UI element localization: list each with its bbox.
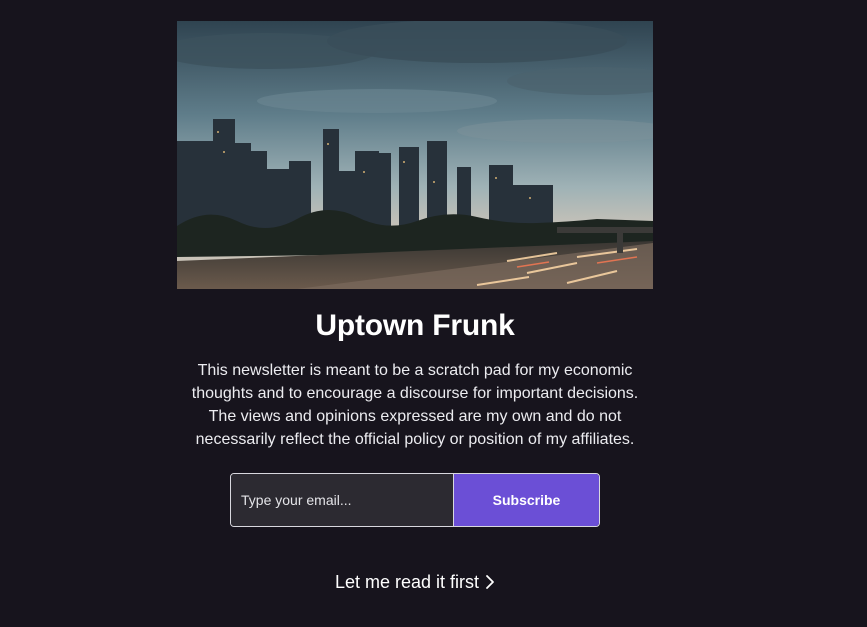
skyline-illustration — [177, 21, 653, 289]
subscribe-button[interactable]: Subscribe — [453, 474, 599, 526]
newsletter-landing: Uptown Frunk This newsletter is meant to… — [0, 0, 867, 627]
chevron-right-icon — [485, 572, 495, 596]
email-input[interactable] — [231, 474, 453, 526]
subscribe-form: Subscribe — [230, 473, 600, 527]
read-first-link[interactable]: Let me read it first — [0, 570, 830, 596]
publication-title: Uptown Frunk — [315, 309, 515, 342]
publication-description: This newsletter is meant to be a scratch… — [191, 362, 639, 448]
read-first-label: Let me read it first — [334, 572, 480, 592]
hero-image-city-skyline — [177, 21, 653, 289]
